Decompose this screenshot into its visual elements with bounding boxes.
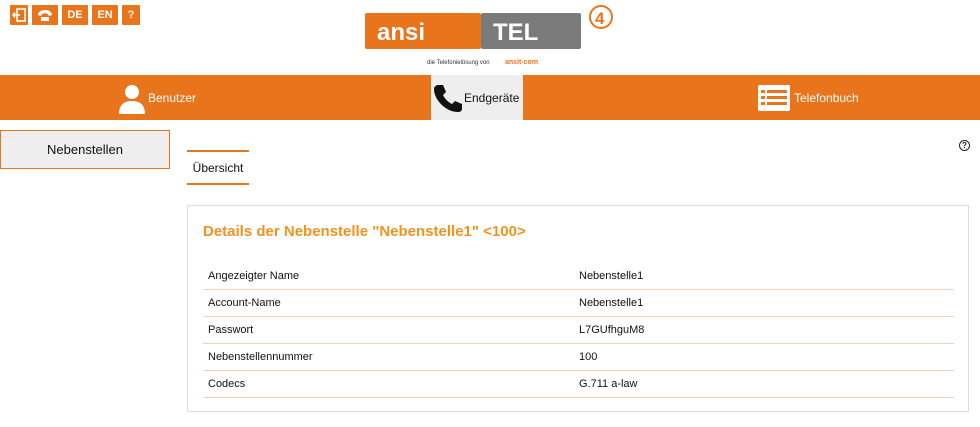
details-title: Details der Nebenstelle "Nebenstelle1" <… [203,223,526,240]
nav-item-telefonbuch[interactable]: Telefonbuch [757,75,859,120]
table-row: Codecs G.711 a-law [203,371,954,398]
row-key: Angezeigter Name [208,270,300,282]
details-panel: Details der Nebenstelle "Nebenstelle1" <… [187,205,969,412]
logo-brand-left: ansi [377,19,425,46]
logo-brand-right: TEL [493,19,538,46]
main-navigation: Benutzer Endgeräte Telefonbuch [0,75,980,120]
help-button[interactable]: ? [122,5,140,25]
nav-item-benutzer[interactable]: Benutzer [117,75,196,120]
row-value: L7GUfhguM8 [579,324,645,336]
row-value: G.711 a-law [579,378,638,390]
row-value: 100 [579,351,598,363]
language-de-button[interactable]: DE [62,5,88,25]
logout-icon[interactable] [10,5,28,25]
table-row: Passwort L7GUfhguM8 [203,317,954,344]
ansitel-logo: ansi TEL 4 die Telefonielösung von ansit… [365,4,615,70]
phone-icon[interactable] [32,5,58,25]
nav-item-label: Telefonbuch [794,90,859,105]
row-key: Codecs [208,378,246,390]
phonebook-icon [758,84,790,111]
handset-icon [434,84,462,112]
sidebar-item-nebenstellen[interactable]: Nebenstellen [0,130,170,169]
table-row: Account-Name Nebenstelle1 [203,290,954,317]
logo-tagline: die Telefonielösung von [427,60,490,66]
nav-item-label: Endgeräte [464,90,520,105]
logo-version: 4 [595,9,605,28]
tab-uebersicht[interactable]: Übersicht [187,150,249,185]
nav-item-endgeraete[interactable]: Endgeräte [431,75,523,120]
logo-tagline-brand: ansit-com [505,59,538,66]
row-key: Nebenstellennummer [208,351,313,363]
row-key: Account-Name [208,297,281,309]
user-icon [119,84,145,114]
nav-item-label: Benutzer [148,90,197,105]
table-row: Nebenstellennummer 100 [203,344,954,371]
row-value: Nebenstelle1 [579,297,644,309]
help-icon[interactable]: ? [959,140,970,151]
details-table: Angezeigter Name Nebenstelle1 Account-Na… [203,263,954,398]
row-value: Nebenstelle1 [579,270,644,282]
row-key: Passwort [208,324,254,336]
table-row: Angezeigter Name Nebenstelle1 [203,263,954,290]
top-toolbar: DE EN ? [10,5,140,25]
language-en-button[interactable]: EN [92,5,118,25]
